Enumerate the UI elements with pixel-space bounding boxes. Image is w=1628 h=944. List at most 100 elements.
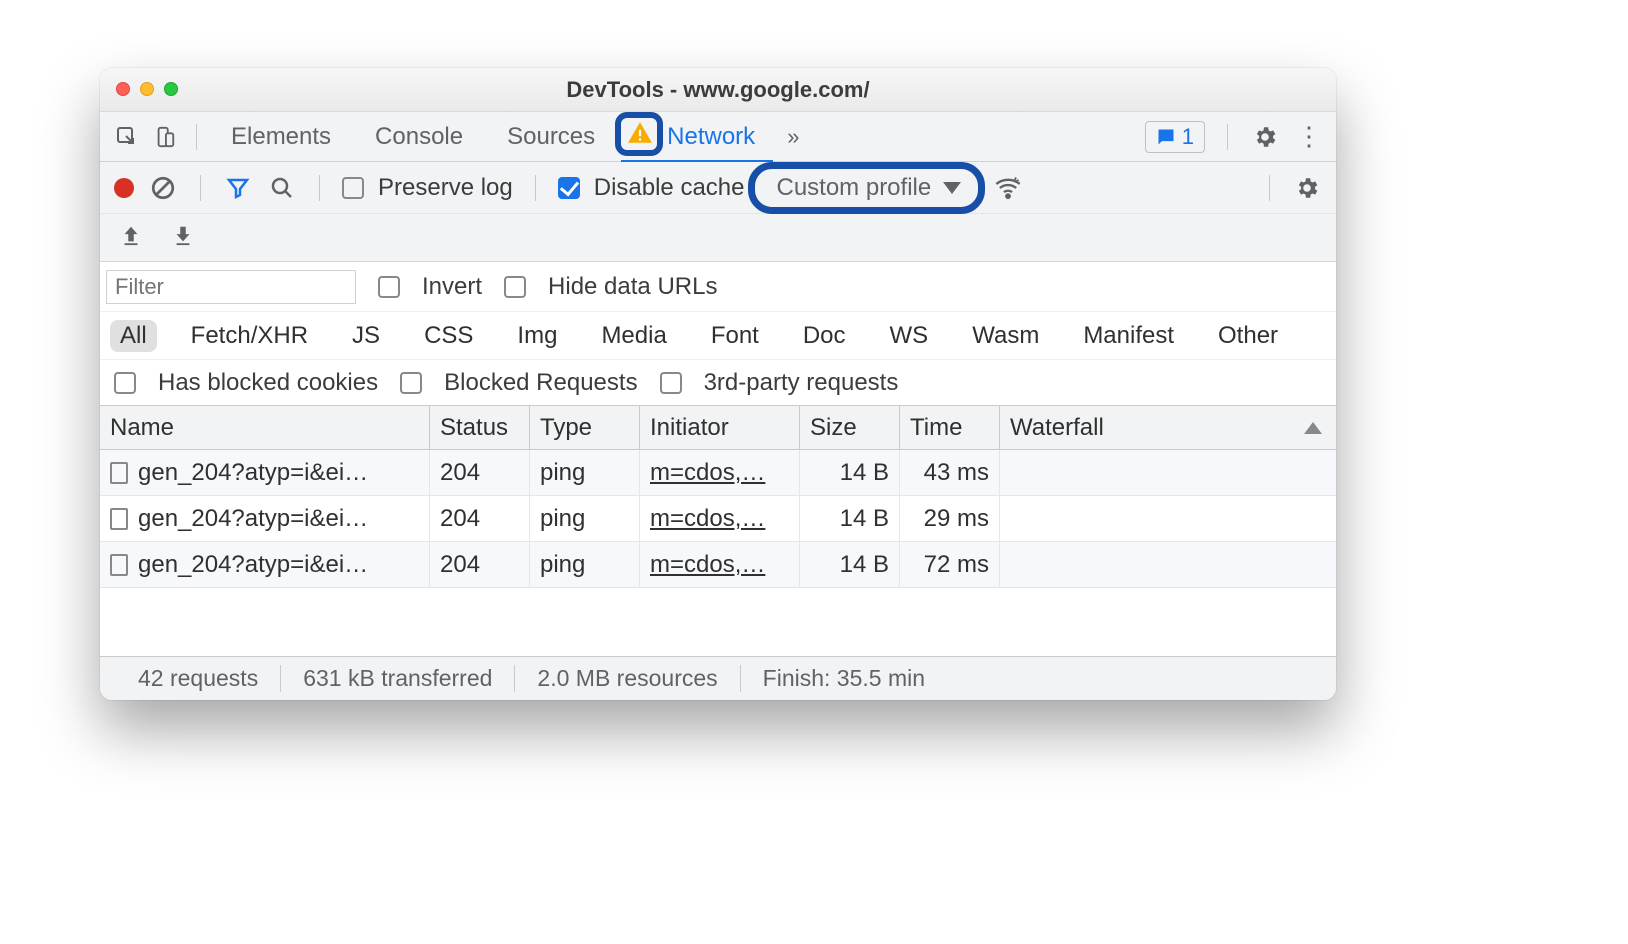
third-party-checkbox[interactable] xyxy=(660,372,682,394)
upload-har-icon[interactable] xyxy=(120,223,142,252)
col-waterfall[interactable]: Waterfall xyxy=(1000,406,1336,449)
cell-time: 29 ms xyxy=(900,496,1000,541)
more-tabs-icon[interactable]: » xyxy=(781,124,805,150)
preserve-log-checkbox[interactable] xyxy=(342,177,364,199)
blocked-requests-label: Blocked Requests xyxy=(444,369,637,397)
throttling-select[interactable]: Custom profile xyxy=(758,170,979,206)
col-initiator[interactable]: Initiator xyxy=(640,406,800,449)
tab-console[interactable]: Console xyxy=(357,112,481,162)
zoom-window-button[interactable] xyxy=(164,82,178,96)
sort-asc-icon xyxy=(1304,422,1322,434)
col-time[interactable]: Time xyxy=(900,406,1000,449)
chip-font[interactable]: Font xyxy=(701,320,769,352)
titlebar: DevTools - www.google.com/ xyxy=(100,68,1336,112)
divider xyxy=(535,175,536,201)
network-settings-icon[interactable] xyxy=(1292,173,1322,203)
filter-icon[interactable] xyxy=(223,173,253,203)
kebab-menu-icon[interactable]: ⋮ xyxy=(1294,122,1324,152)
panel-tabs: Elements Console Sources Network » 1 ⋮ xyxy=(100,112,1336,162)
settings-icon[interactable] xyxy=(1250,122,1280,152)
blocked-cookies-label: Has blocked cookies xyxy=(158,369,378,397)
table-row[interactable]: gen_204?atyp=i&ei…204pingm=cdos,…14 B43 … xyxy=(100,450,1336,496)
preserve-log-label: Preserve log xyxy=(378,174,513,202)
col-name[interactable]: Name xyxy=(100,406,430,449)
devtools-window: DevTools - www.google.com/ Elements Cons… xyxy=(100,68,1336,700)
inspect-icon[interactable] xyxy=(112,122,142,152)
cell-time: 43 ms xyxy=(900,450,1000,495)
issues-count: 1 xyxy=(1182,124,1194,150)
window-controls xyxy=(116,82,178,96)
tab-sources[interactable]: Sources xyxy=(489,112,613,162)
table-row[interactable]: gen_204?atyp=i&ei…204pingm=cdos,…14 B29 … xyxy=(100,496,1336,542)
col-status[interactable]: Status xyxy=(430,406,530,449)
chip-manifest[interactable]: Manifest xyxy=(1073,320,1184,352)
col-type[interactable]: Type xyxy=(530,406,640,449)
chip-all[interactable]: All xyxy=(110,320,157,352)
filter-input[interactable] xyxy=(106,270,356,304)
chip-img[interactable]: Img xyxy=(507,320,567,352)
cell-status: 204 xyxy=(430,496,530,541)
cell-name: gen_204?atyp=i&ei… xyxy=(100,496,430,541)
minimize-window-button[interactable] xyxy=(140,82,154,96)
status-requests: 42 requests xyxy=(116,665,281,692)
chip-css[interactable]: CSS xyxy=(414,320,483,352)
col-size[interactable]: Size xyxy=(800,406,900,449)
chip-doc[interactable]: Doc xyxy=(793,320,856,352)
clear-icon[interactable] xyxy=(148,173,178,203)
chip-js[interactable]: JS xyxy=(342,320,390,352)
network-toolbar: Preserve log Disable cache Custom profil… xyxy=(100,162,1336,214)
device-toggle-icon[interactable] xyxy=(150,122,180,152)
cell-name: gen_204?atyp=i&ei… xyxy=(100,450,430,495)
blocked-cookies-checkbox[interactable] xyxy=(114,372,136,394)
filter-row: Invert Hide data URLs xyxy=(100,262,1336,312)
chip-fetch[interactable]: Fetch/XHR xyxy=(181,320,318,352)
chip-other[interactable]: Other xyxy=(1208,320,1288,352)
issues-badge[interactable]: 1 xyxy=(1145,121,1205,153)
window-title: DevTools - www.google.com/ xyxy=(100,77,1336,103)
cell-name: gen_204?atyp=i&ei… xyxy=(100,542,430,587)
divider xyxy=(200,175,201,201)
tab-label: Sources xyxy=(507,123,595,151)
cell-status: 204 xyxy=(430,450,530,495)
status-transferred: 631 kB transferred xyxy=(281,665,515,692)
divider xyxy=(1227,124,1228,150)
network-conditions-icon[interactable] xyxy=(993,173,1023,203)
cell-type: ping xyxy=(530,496,640,541)
status-resources: 2.0 MB resources xyxy=(515,665,740,692)
status-finish: Finish: 35.5 min xyxy=(741,665,947,692)
cell-initiator[interactable]: m=cdos,… xyxy=(640,542,800,587)
divider xyxy=(1269,175,1270,201)
cell-initiator[interactable]: m=cdos,… xyxy=(640,496,800,541)
chip-media[interactable]: Media xyxy=(591,320,676,352)
blocked-requests-checkbox[interactable] xyxy=(400,372,422,394)
invert-checkbox[interactable] xyxy=(378,276,400,298)
hide-data-urls-checkbox[interactable] xyxy=(504,276,526,298)
type-filter-row: All Fetch/XHR JS CSS Img Media Font Doc … xyxy=(100,312,1336,360)
download-har-icon[interactable] xyxy=(172,223,194,252)
tab-elements[interactable]: Elements xyxy=(213,112,349,162)
cell-size: 14 B xyxy=(800,450,900,495)
chip-ws[interactable]: WS xyxy=(880,320,939,352)
search-icon[interactable] xyxy=(267,173,297,203)
invert-label: Invert xyxy=(422,273,482,301)
tab-label: Network xyxy=(667,123,755,151)
extra-filter-row: Has blocked cookies Blocked Requests 3rd… xyxy=(100,360,1336,406)
tab-network[interactable]: Network xyxy=(621,112,773,162)
tab-label: Elements xyxy=(231,123,331,151)
cell-type: ping xyxy=(530,542,640,587)
document-icon xyxy=(110,462,128,484)
cell-waterfall xyxy=(1000,496,1336,541)
throttling-value: Custom profile xyxy=(776,174,931,202)
table-row[interactable]: gen_204?atyp=i&ei…204pingm=cdos,…14 B72 … xyxy=(100,542,1336,588)
chat-icon xyxy=(1156,127,1176,147)
third-party-label: 3rd-party requests xyxy=(704,369,899,397)
cell-time: 72 ms xyxy=(900,542,1000,587)
chip-wasm[interactable]: Wasm xyxy=(962,320,1049,352)
cell-initiator[interactable]: m=cdos,… xyxy=(640,450,800,495)
close-window-button[interactable] xyxy=(116,82,130,96)
disable-cache-checkbox[interactable] xyxy=(558,177,580,199)
divider xyxy=(319,175,320,201)
record-button[interactable] xyxy=(114,178,134,198)
disable-cache-label: Disable cache xyxy=(594,174,745,202)
cell-size: 14 B xyxy=(800,542,900,587)
